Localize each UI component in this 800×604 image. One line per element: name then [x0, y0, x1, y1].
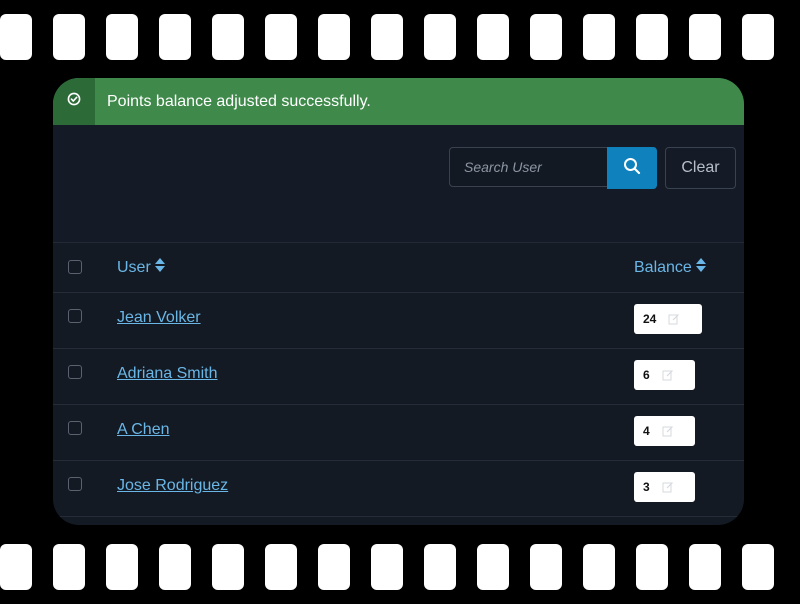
sort-icon — [151, 258, 165, 277]
film-perforation — [689, 544, 721, 590]
user-link[interactable]: Adriana Smith — [117, 365, 218, 383]
user-link[interactable]: Jean Volker — [117, 309, 201, 327]
edit-icon[interactable] — [662, 369, 674, 381]
table-row: Jean Volker 24 — [53, 293, 744, 349]
film-perforation — [477, 544, 509, 590]
balance-field[interactable]: 6 — [634, 360, 695, 390]
film-strip-top — [0, 14, 800, 60]
film-perforation — [424, 544, 456, 590]
search-icon — [623, 157, 641, 180]
film-strip-bottom — [0, 544, 800, 590]
film-perforation — [742, 14, 774, 60]
balance-value: 3 — [643, 480, 650, 494]
film-perforation — [0, 544, 32, 590]
film-perforation — [371, 544, 403, 590]
film-perforation — [530, 544, 562, 590]
table-header-row: User Balance — [53, 243, 744, 293]
search-input[interactable] — [449, 147, 607, 187]
balance-value: 24 — [643, 312, 657, 326]
alert-icon-box — [53, 78, 95, 125]
film-perforation — [212, 14, 244, 60]
film-perforation — [53, 544, 85, 590]
film-perforation — [583, 14, 615, 60]
film-perforation — [53, 14, 85, 60]
success-alert: Points balance adjusted successfully. — [53, 78, 744, 125]
user-link[interactable]: Jose Rodriguez — [117, 477, 228, 495]
sort-icon — [692, 258, 706, 277]
film-perforation — [424, 14, 456, 60]
column-header-label: User — [117, 258, 151, 276]
edit-icon[interactable] — [662, 481, 674, 493]
search-button[interactable] — [607, 147, 657, 189]
select-all-checkbox[interactable] — [68, 260, 82, 274]
row-checkbox[interactable] — [68, 477, 82, 491]
column-header-user[interactable]: User — [117, 258, 165, 277]
film-perforation — [318, 14, 350, 60]
film-perforation — [636, 544, 668, 590]
film-perforation — [742, 544, 774, 590]
film-perforation — [159, 544, 191, 590]
edit-icon[interactable] — [668, 313, 680, 325]
column-header-balance[interactable]: Balance — [634, 258, 706, 277]
table-row: Jose Rodriguez 3 — [53, 461, 744, 517]
search-toolbar: Clear — [53, 125, 744, 243]
film-perforation — [583, 544, 615, 590]
edit-icon[interactable] — [662, 425, 674, 437]
film-perforation — [159, 14, 191, 60]
balance-table: User Balance Jean Volker 24 Adriana Smit… — [53, 243, 744, 517]
balance-value: 4 — [643, 424, 650, 438]
film-perforation — [371, 14, 403, 60]
film-perforation — [689, 14, 721, 60]
film-perforation — [265, 14, 297, 60]
clear-button[interactable]: Clear — [665, 147, 736, 189]
table-row: Adriana Smith 6 — [53, 349, 744, 405]
column-header-label: Balance — [634, 258, 692, 276]
balance-value: 6 — [643, 368, 650, 382]
user-link[interactable]: A Chen — [117, 421, 169, 439]
balance-field[interactable]: 4 — [634, 416, 695, 446]
table-row: A Chen 4 — [53, 405, 744, 461]
film-perforation — [212, 544, 244, 590]
check-circle-icon — [67, 92, 81, 111]
row-checkbox[interactable] — [68, 365, 82, 379]
film-perforation — [530, 14, 562, 60]
film-perforation — [477, 14, 509, 60]
balance-field[interactable]: 3 — [634, 472, 695, 502]
balance-field[interactable]: 24 — [634, 304, 702, 334]
film-perforation — [265, 544, 297, 590]
row-checkbox[interactable] — [68, 309, 82, 323]
film-perforation — [106, 14, 138, 60]
film-perforation — [318, 544, 350, 590]
film-perforation — [106, 544, 138, 590]
alert-message: Points balance adjusted successfully. — [107, 92, 371, 110]
row-checkbox[interactable] — [68, 421, 82, 435]
film-perforation — [636, 14, 668, 60]
points-panel: Points balance adjusted successfully. Cl… — [53, 78, 744, 525]
film-perforation — [0, 14, 32, 60]
